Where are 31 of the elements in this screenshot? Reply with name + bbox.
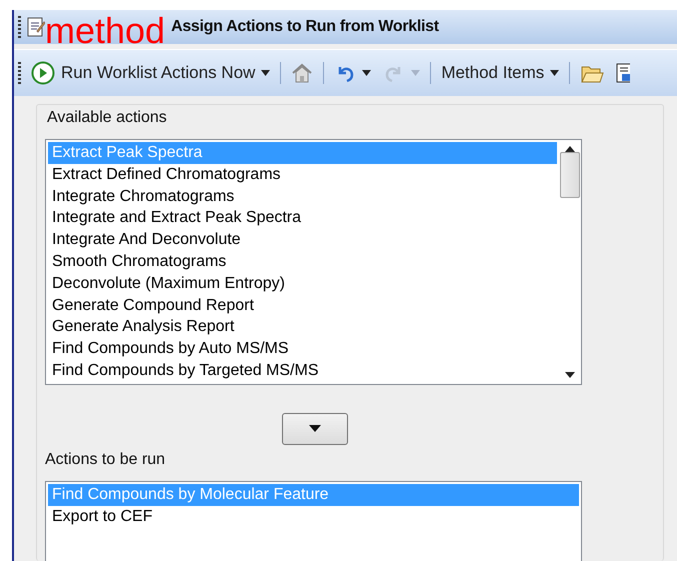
document-edit-icon xyxy=(27,17,45,37)
list-item[interactable]: Generate Analysis Report xyxy=(48,316,557,338)
list-item[interactable]: Find Compounds by Targeted MS/MS xyxy=(48,360,557,382)
window-title: Assign Actions to Run from Worklist xyxy=(171,18,439,36)
home-icon xyxy=(291,62,314,84)
scroll-thumb[interactable] xyxy=(560,152,580,198)
document-icon xyxy=(616,62,630,84)
caret-icon xyxy=(362,70,372,76)
list-box[interactable]: Find Compounds by Molecular Feature Export to CEF xyxy=(45,480,582,561)
list-item[interactable]: Smooth Chromatograms xyxy=(48,250,557,273)
move-down-button[interactable] xyxy=(282,412,348,445)
list-item[interactable]: Deconvolute (Maximum Entropy) xyxy=(48,272,557,295)
list-label: Actions to be run xyxy=(45,450,166,469)
list-item[interactable]: Extract Defined Chromatograms xyxy=(48,164,557,186)
caret-icon xyxy=(550,70,560,76)
caret-icon xyxy=(261,70,270,76)
list-item[interactable]: Integrate Chromatograms xyxy=(48,186,557,208)
list-label: Available actions xyxy=(47,109,168,127)
list-box[interactable] xyxy=(45,139,582,385)
list-item[interactable]: Integrate And Deconvolute xyxy=(48,229,557,251)
list-item[interactable]: Export to CEF xyxy=(48,506,579,528)
list-item[interactable]: Generate Compound Report xyxy=(48,294,557,316)
annotation-text: method xyxy=(45,16,166,46)
scroll-down-icon xyxy=(565,372,575,378)
caret-icon xyxy=(411,70,420,76)
down-arrow-icon xyxy=(309,425,321,432)
run-button[interactable]: Run Worklist Actions Now xyxy=(29,59,272,87)
dropdown-button[interactable]: Method Items xyxy=(439,61,562,85)
list-item[interactable]: Integrate and Extract Peak Spectra xyxy=(48,207,557,230)
list-item[interactable]: Find Compounds by Auto MS/MS xyxy=(48,338,557,360)
play-icon xyxy=(31,61,55,85)
